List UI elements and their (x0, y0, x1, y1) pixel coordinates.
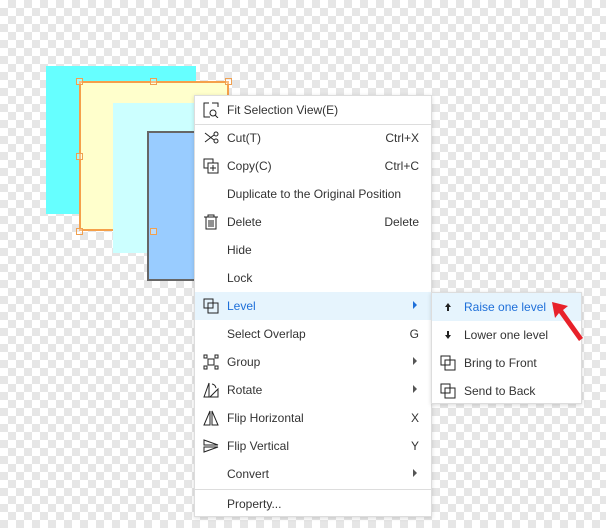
flip-vertical-icon (203, 438, 219, 454)
menu-item-group[interactable]: Group (195, 348, 431, 376)
menu-item-flip-horizontal[interactable]: Flip Horizontal X (195, 404, 431, 432)
selection-handle[interactable] (150, 78, 157, 85)
menu-item-flip-vertical[interactable]: Flip Vertical Y (195, 432, 431, 460)
send-back-icon (440, 383, 456, 399)
pointer-arrow-icon (552, 302, 583, 341)
arrow-up-icon (440, 299, 456, 315)
copy-icon (203, 158, 219, 174)
scissors-icon (203, 130, 219, 146)
menu-item-level[interactable]: Level (195, 292, 431, 320)
bring-front-icon (440, 355, 456, 371)
menu-item-fit-selection-view[interactable]: Fit Selection View(E) (195, 96, 431, 124)
submenu-arrow-icon (413, 301, 417, 309)
submenu-item-send-to-back[interactable]: Send to Back (432, 377, 581, 405)
selection-handle[interactable] (150, 228, 157, 235)
submenu-item-bring-to-front[interactable]: Bring to Front (432, 349, 581, 377)
selection-handle[interactable] (76, 153, 83, 160)
selection-handle[interactable] (76, 228, 83, 235)
trash-icon (203, 214, 219, 230)
menu-item-cut[interactable]: Cut(T) Ctrl+X (195, 124, 431, 152)
menu-item-duplicate[interactable]: Duplicate to the Original Position (195, 180, 431, 208)
menu-item-convert[interactable]: Convert (195, 460, 431, 488)
submenu-arrow-icon (413, 357, 417, 365)
layers-icon (203, 298, 219, 314)
menu-item-select-overlap[interactable]: Select Overlap G (195, 320, 431, 348)
flip-horizontal-icon (203, 410, 219, 426)
submenu-arrow-icon (413, 469, 417, 477)
menu-item-property[interactable]: Property... (195, 490, 431, 518)
arrow-down-icon (440, 327, 456, 343)
group-icon (203, 354, 219, 370)
menu-item-rotate[interactable]: Rotate (195, 376, 431, 404)
context-menu: Fit Selection View(E) Cut(T) Ctrl+X Copy(… (194, 95, 432, 517)
rotate-icon (203, 382, 219, 398)
menu-item-copy[interactable]: Copy(C) Ctrl+C (195, 152, 431, 180)
selection-handle[interactable] (225, 78, 232, 85)
menu-item-lock[interactable]: Lock (195, 264, 431, 292)
selection-handle[interactable] (76, 78, 83, 85)
menu-item-delete[interactable]: Delete Delete (195, 208, 431, 236)
submenu-arrow-icon (413, 385, 417, 393)
menu-item-hide[interactable]: Hide (195, 236, 431, 264)
fit-view-icon (203, 102, 219, 118)
